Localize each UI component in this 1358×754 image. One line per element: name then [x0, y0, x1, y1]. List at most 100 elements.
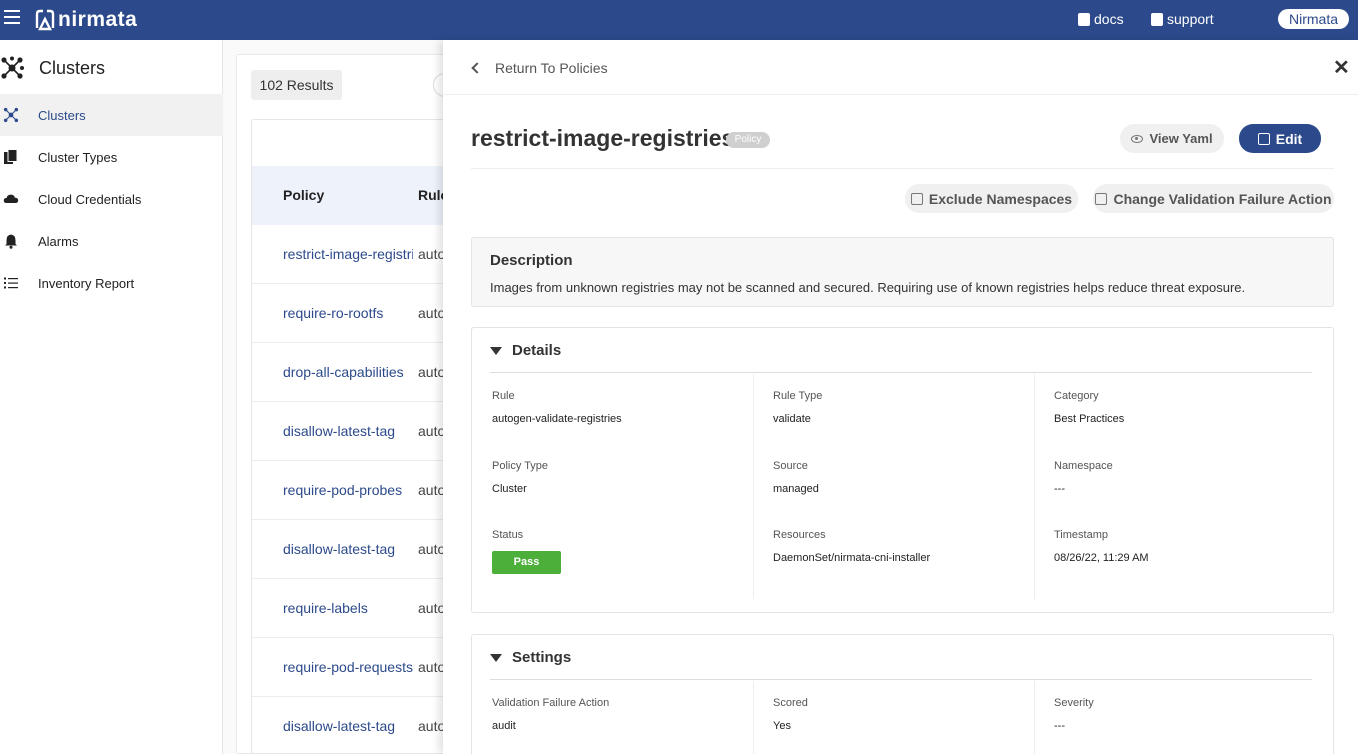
results-count: 102 Results [251, 70, 342, 100]
policy-link[interactable]: disallow-latest-tag [283, 541, 413, 557]
sidebar-item-inventory-report[interactable]: Inventory Report [0, 262, 223, 304]
support-label: support [1167, 11, 1214, 27]
table-row[interactable]: require-pod-requests-limits auto [252, 638, 450, 697]
policy-type-badge: Policy [726, 132, 770, 148]
policy-link[interactable]: disallow-latest-tag [283, 718, 413, 734]
close-icon[interactable]: ✕ [1333, 58, 1350, 78]
user-menu-button[interactable]: Nirmata [1278, 9, 1349, 29]
rule-cell: auto [418, 541, 446, 557]
sidebar-item-label: Cloud Credentials [38, 191, 142, 207]
namespace-label: Namespace [1054, 460, 1113, 472]
description-card: Description Images from unknown registri… [471, 237, 1334, 307]
policy-type-label: Policy Type [492, 460, 549, 472]
sidebar-header: Clusters [0, 52, 223, 84]
policy-link[interactable]: restrict-image-registries [283, 246, 413, 262]
policy-link[interactable]: require-ro-rootfs [283, 305, 413, 321]
policy-detail-drawer: Return To Policies ✕ restrict-image-regi… [443, 40, 1358, 754]
rule-cell: auto [418, 423, 446, 439]
scored-label: Scored [773, 697, 808, 709]
table-row[interactable]: restrict-image-registries auto [252, 225, 450, 284]
hamburger-menu-icon[interactable] [4, 10, 20, 28]
top-bar: nirmata docs support Nirmata [0, 0, 1358, 40]
column-divider [753, 681, 754, 754]
table-row[interactable]: disallow-latest-tag auto [252, 520, 450, 579]
edit-icon [910, 192, 923, 205]
namespace-value: --- [1054, 483, 1065, 495]
policy-link[interactable]: disallow-latest-tag [283, 423, 413, 439]
divider [490, 679, 1312, 680]
column-header-policy[interactable]: Policy [283, 187, 324, 203]
rule-cell: auto [418, 364, 446, 380]
status-badge: Pass [492, 551, 561, 574]
severity-value: --- [1054, 720, 1065, 732]
sidebar-item-clusters[interactable]: Clusters [0, 94, 223, 136]
caret-down-icon [490, 653, 502, 662]
source-value: managed [773, 483, 819, 495]
support-link[interactable]: support [1151, 11, 1214, 27]
table-row[interactable]: drop-all-capabilities auto [252, 343, 450, 402]
validation-failure-action-value: audit [492, 720, 516, 732]
rule-cell: auto [418, 600, 446, 616]
sidebar-item-cloud-credentials[interactable]: Cloud Credentials [0, 178, 223, 220]
sidebar-item-label: Alarms [38, 233, 79, 249]
details-card: Details Rule autogen-validate-registries… [471, 327, 1334, 613]
policy-title: restrict-image-registries [471, 125, 735, 151]
change-validation-failure-action-button[interactable]: Change Validation Failure Action [1093, 184, 1334, 213]
column-divider [753, 374, 754, 599]
resources-value: DaemonSet/nirmata-cni-installer [773, 552, 931, 564]
return-to-policies-link[interactable]: Return To Policies [470, 60, 608, 76]
docs-link[interactable]: docs [1078, 11, 1124, 27]
edit-label: Edit [1275, 130, 1303, 147]
rule-cell: auto [418, 482, 446, 498]
book-icon [1078, 12, 1090, 26]
table-row[interactable]: require-ro-rootfs auto [252, 284, 450, 343]
table-row[interactable]: require-pod-probes auto [252, 461, 450, 520]
details-title: Details [512, 342, 562, 359]
nirmata-logo[interactable]: nirmata [34, 6, 137, 34]
settings-title: Settings [512, 649, 572, 666]
rule-type-label: Rule Type [773, 390, 823, 402]
validation-failure-action-label: Validation Failure Action [492, 697, 610, 709]
view-yaml-button[interactable]: View Yaml [1120, 124, 1224, 153]
edit-button[interactable]: Edit [1239, 124, 1321, 153]
scored-value: Yes [773, 720, 791, 732]
edit-icon [1095, 192, 1108, 205]
divider [490, 372, 1312, 373]
severity-label: Severity [1054, 697, 1094, 709]
exclude-label: Exclude Namespaces [928, 190, 1073, 207]
category-value: Best Practices [1054, 413, 1125, 425]
policy-link[interactable]: drop-all-capabilities [283, 364, 413, 380]
policy-type-value: Cluster [492, 483, 527, 495]
rule-cell: auto [418, 246, 446, 262]
brand-name: nirmata [58, 8, 138, 31]
cluster-icon [3, 107, 19, 123]
description-text: Images from unknown registries may not b… [490, 280, 1246, 295]
column-divider [1034, 681, 1035, 754]
sidebar-item-label: Cluster Types [38, 149, 118, 165]
status-label: Status [492, 529, 524, 541]
sidebar-item-alarms[interactable]: Alarms [0, 220, 223, 262]
rule-cell: auto [418, 718, 446, 734]
exclude-namespaces-button[interactable]: Exclude Namespaces [905, 184, 1078, 213]
divider [471, 168, 1334, 169]
table-row[interactable]: require-labels auto [252, 579, 450, 638]
sidebar-item-cluster-types[interactable]: Cluster Types [0, 136, 223, 178]
rule-cell: auto [418, 305, 446, 321]
bell-icon [3, 233, 19, 249]
description-title: Description [490, 252, 573, 269]
rule-type-value: validate [773, 413, 811, 425]
settings-toggle[interactable]: Settings [490, 649, 571, 666]
table-row[interactable]: disallow-latest-tag auto [252, 402, 450, 461]
documents-icon [3, 149, 19, 165]
table-row[interactable]: disallow-latest-tag auto [252, 697, 450, 753]
edit-icon [1257, 132, 1270, 145]
details-toggle[interactable]: Details [490, 342, 561, 359]
category-label: Category [1054, 390, 1099, 402]
sidebar-item-label: Inventory Report [38, 275, 135, 291]
eye-icon [1131, 134, 1144, 143]
table-header: Policy Rule [252, 166, 450, 225]
divider [443, 94, 1358, 95]
policy-link[interactable]: require-labels [283, 600, 413, 616]
policy-link[interactable]: require-pod-requests-limits [283, 659, 413, 675]
policy-link[interactable]: require-pod-probes [283, 482, 413, 498]
